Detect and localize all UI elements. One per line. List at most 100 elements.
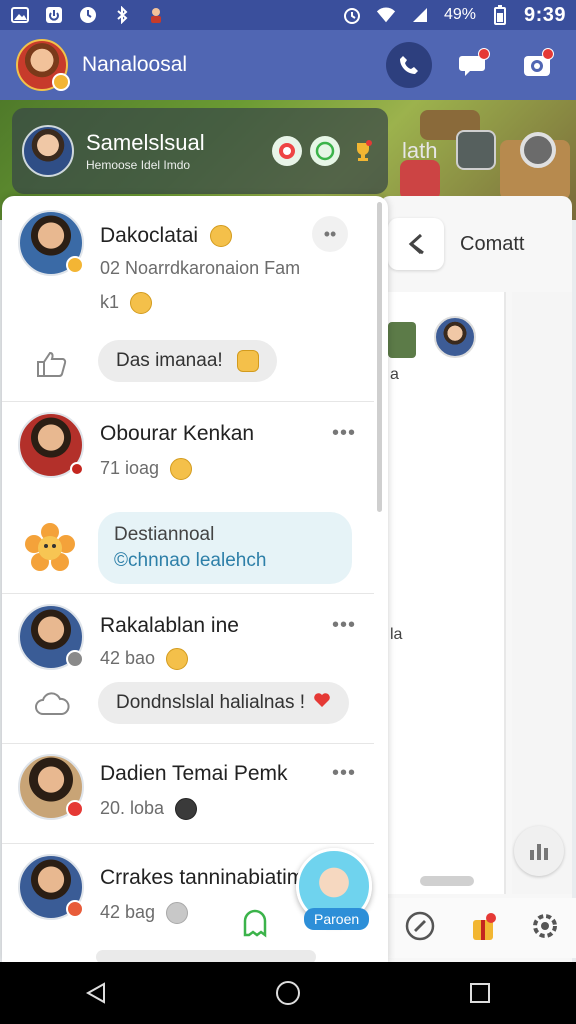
recents-square-icon bbox=[470, 983, 490, 1003]
truncated-text: a bbox=[390, 366, 399, 383]
heart-icon bbox=[313, 692, 331, 714]
drawer-profile-row[interactable]: Samelslsual Hemoose Idel Imdo bbox=[12, 108, 388, 194]
avatar bbox=[22, 125, 74, 177]
camera-button[interactable] bbox=[514, 42, 560, 88]
ghost-icon[interactable] bbox=[240, 908, 270, 938]
timestamp: 42 bag bbox=[100, 902, 156, 922]
drawer-subtitle: Hemoose Idel Imdo bbox=[86, 158, 191, 172]
bluetooth-icon bbox=[112, 5, 132, 25]
battery-percent: 49% bbox=[443, 6, 476, 23]
right-bottom-bar bbox=[388, 898, 576, 958]
contact-subtitle: 02 Noarrdkaronaion Fam bbox=[100, 258, 301, 278]
timestamp: 71 ioag bbox=[100, 458, 160, 478]
gift-icon[interactable] bbox=[467, 910, 499, 947]
avatar-notification-icon bbox=[146, 5, 166, 25]
list-item[interactable]: Dakoclatai •• 02 Noarrdkaronaion Fam k1 … bbox=[2, 196, 374, 402]
contact-name: Crrakes tanninabiatim bbox=[100, 866, 305, 889]
header-title: Nanaloosal bbox=[82, 53, 188, 76]
settings-icon[interactable] bbox=[530, 911, 560, 946]
badge-icon bbox=[66, 800, 84, 818]
list-item[interactable]: Dadien Temai Pemk ••• 20. loba bbox=[2, 744, 374, 844]
avatar bbox=[18, 754, 84, 820]
message-link[interactable]: ©chnnao lealehch bbox=[114, 550, 336, 572]
scrollbar[interactable] bbox=[377, 202, 382, 512]
home-circle-icon bbox=[276, 981, 300, 1005]
emoji-icon bbox=[166, 902, 189, 925]
trophy-icon[interactable] bbox=[348, 136, 378, 166]
avatar[interactable] bbox=[434, 316, 476, 358]
bar-chart-icon bbox=[530, 844, 548, 860]
reply-pill[interactable]: Das imanaa! bbox=[98, 340, 277, 382]
edit-icon[interactable] bbox=[404, 910, 436, 947]
emoji-icon bbox=[170, 458, 193, 481]
messages-button[interactable] bbox=[450, 42, 496, 88]
contact-name: Obourar Kenkan bbox=[100, 422, 255, 445]
list-item[interactable]: Rakalablan ine ••• 42 bao Dondnslslal ha… bbox=[2, 594, 374, 744]
scrollbar[interactable] bbox=[420, 876, 474, 886]
emoji-icon bbox=[175, 798, 198, 821]
system-nav-bar bbox=[0, 962, 576, 1024]
avatar bbox=[18, 854, 84, 920]
like-icon[interactable] bbox=[34, 346, 70, 382]
avatar bbox=[18, 210, 84, 276]
message-list-panel: Dakoclatai •• 02 Noarrdkaronaion Fam k1 … bbox=[2, 196, 388, 962]
contact-name: Dadien Temai Pemk bbox=[100, 762, 288, 785]
whatsapp-icon[interactable] bbox=[310, 136, 340, 166]
battery-icon bbox=[490, 5, 510, 25]
notification-dot bbox=[478, 48, 490, 60]
app-header: Nanaloosal bbox=[0, 30, 576, 100]
right-panel-header: Comatt bbox=[388, 204, 572, 284]
wifi-icon bbox=[376, 5, 396, 25]
list-item[interactable]: Obourar Kenkan ••• 71 ioag Destiannoal ©… bbox=[2, 402, 374, 594]
avatar bbox=[18, 604, 84, 670]
call-button[interactable] bbox=[386, 42, 432, 88]
back-triangle-icon bbox=[85, 982, 105, 1004]
right-panel-title: Comatt bbox=[460, 232, 525, 255]
image-icon bbox=[10, 5, 30, 25]
signal-icon bbox=[410, 5, 430, 25]
right-list bbox=[388, 292, 506, 894]
timestamp: 20. loba bbox=[100, 798, 165, 818]
profile-avatar[interactable] bbox=[16, 39, 70, 91]
app-icon bbox=[44, 5, 64, 25]
emoji-icon bbox=[236, 350, 259, 372]
back-button[interactable] bbox=[388, 218, 444, 270]
more-options-button[interactable]: •• bbox=[312, 216, 348, 252]
stats-button[interactable] bbox=[514, 826, 564, 876]
phone-icon bbox=[400, 56, 418, 74]
message-bubble[interactable]: Destiannoal ©chnnao lealehch bbox=[98, 512, 352, 584]
status-bar: 49% 9:39 bbox=[0, 0, 576, 30]
home-nav-button[interactable] bbox=[268, 973, 308, 1013]
clock-time: 9:39 bbox=[523, 3, 566, 26]
badge-icon bbox=[70, 462, 84, 476]
fab-label[interactable]: Paroen bbox=[304, 908, 370, 930]
reply-pill[interactable]: Dondnslslal halialnas ! bbox=[98, 682, 350, 724]
background-ring-icon bbox=[520, 132, 556, 168]
reply-text: Das imanaa! bbox=[116, 350, 223, 371]
clock-icon bbox=[78, 5, 98, 25]
avatar bbox=[18, 412, 84, 478]
thumbnail[interactable] bbox=[388, 322, 416, 358]
more-options-button[interactable]: ••• bbox=[332, 422, 356, 445]
recents-nav-button[interactable] bbox=[460, 973, 500, 1013]
timestamp: 42 bao bbox=[100, 648, 156, 668]
timestamp: k1 bbox=[100, 292, 120, 312]
emoji-icon bbox=[130, 292, 153, 315]
more-options-button[interactable]: ••• bbox=[332, 614, 356, 637]
back-nav-button[interactable] bbox=[76, 973, 116, 1013]
background-avatar bbox=[456, 130, 496, 170]
more-options-button[interactable]: ••• bbox=[332, 762, 356, 785]
badge-icon bbox=[66, 256, 84, 274]
contact-name: Dakoclatai bbox=[100, 224, 199, 247]
badge-icon bbox=[66, 900, 84, 918]
right-sidebar bbox=[512, 292, 572, 894]
notification-dot bbox=[542, 48, 554, 60]
cloud-icon[interactable] bbox=[34, 686, 70, 722]
contact-name: Rakalablan ine bbox=[100, 614, 239, 637]
truncated-text: la bbox=[390, 626, 403, 643]
emoji-icon bbox=[166, 648, 189, 671]
sticker-icon[interactable] bbox=[272, 136, 302, 166]
badge-icon bbox=[66, 650, 84, 668]
drawer-name: Samelslsual bbox=[86, 130, 205, 155]
flower-sticker-icon[interactable] bbox=[22, 520, 78, 576]
